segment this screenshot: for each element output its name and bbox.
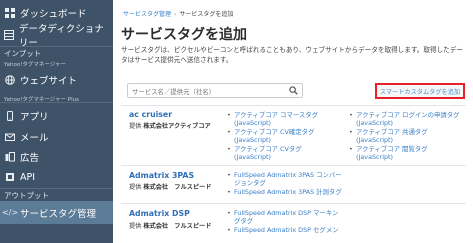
tag-link-label: アクティブコア CVタグ — [234, 145, 302, 153]
tag-link[interactable]: • アクティブコア CVタグ — [227, 145, 302, 153]
sidebar-item-label: API — [20, 171, 36, 183]
sidebar-item-data-dictionary[interactable]: データディクショナリー — [0, 24, 113, 49]
bullet: • — [227, 128, 231, 136]
sidebar-item-mail[interactable]: メール — [0, 126, 113, 148]
tag-link-label: FullSpeed Admatrix 3PAS 計測タグ — [234, 188, 342, 196]
provider-by: 提供 株式会社アクティブコア — [129, 121, 211, 130]
section-output: アウトプット — [4, 191, 49, 200]
sidebar-item-label: サービスタグ管理 — [20, 208, 97, 220]
tag-link-label: アクティブコア ログインの申請タグ — [356, 111, 460, 119]
tag-link-label: FullSpeed Admatrix 3PAS コンバー — [234, 171, 342, 179]
divider — [0, 188, 113, 189]
divider — [0, 46, 113, 47]
sidebar-item-label: 広告 — [20, 153, 40, 164]
tag-link-cont[interactable]: ジョンタグ — [234, 179, 266, 187]
sidebar: ダッシュボード データディクショナリー インプット Yahoo!タグマネージャー… — [0, 0, 113, 243]
tag-link-type[interactable]: (JavaScript) — [356, 153, 393, 161]
provider-company: 株式会社 フルスピード — [143, 223, 212, 230]
sidebar-item-label: メール — [20, 133, 49, 144]
sidebar-item-label: アプリ — [20, 112, 49, 123]
main-content: サービスタグ管理 › サービスタグを追加 サービスタグを追加 サービスタグは、ピクセ… — [113, 0, 473, 243]
divider — [121, 203, 466, 204]
breadcrumb-link[interactable]: サービスタグ管理 — [123, 11, 171, 18]
tag-link-label: アクティブコア コマースタグ — [234, 111, 319, 119]
bullet: • — [349, 145, 353, 153]
ad-icon — [4, 151, 16, 163]
divider — [121, 105, 466, 106]
breadcrumb-current: サービスタグを追加 — [179, 11, 234, 18]
breadcrumb-separator: › — [174, 11, 177, 18]
tag-link[interactable]: • FullSpeed Admatrix DSP セグメン — [227, 226, 339, 234]
page-title: サービスタグを追加 — [121, 27, 247, 43]
bullet: • — [227, 226, 231, 234]
sidebar-item-api[interactable]: API — [0, 166, 113, 188]
divider — [0, 102, 113, 103]
section-input-sub: Yahoo!タグマネージャー — [4, 62, 67, 68]
code-icon: </> — [1, 208, 19, 217]
sidebar-item-website[interactable]: ウェブサイト — [0, 69, 113, 91]
tag-link-label: アクティブコア 共通タグ — [356, 128, 428, 136]
tag-link-cont[interactable]: グタグ — [234, 217, 253, 225]
tag-link-label: アクティブコア CV確定タグ — [234, 128, 315, 136]
search-icon[interactable] — [289, 86, 298, 95]
bullet: • — [349, 128, 353, 136]
tag-link[interactable]: • FullSpeed Admatrix 3PAS 計測タグ — [227, 188, 342, 196]
provider-by-label: 提供 — [129, 223, 142, 230]
tag-link-type[interactable]: (JavaScript) — [356, 119, 393, 127]
add-smart-custom-tag-button[interactable]: スマートカスタムタグを追加 — [375, 83, 465, 99]
section-input: インプット — [4, 49, 42, 58]
table-icon — [4, 29, 15, 41]
sidebar-item-label: ウェブサイト — [20, 76, 78, 87]
tag-link[interactable]: • FullSpeed Admatrix 3PAS コンバー — [227, 171, 342, 179]
tag-link[interactable]: • FullSpeed Admatrix DSP マーキン — [227, 209, 339, 217]
bullet: • — [349, 111, 353, 119]
globe-icon — [4, 74, 16, 86]
sidebar-item-label: データディクショナリー — [18, 24, 104, 49]
tag-link-label: FullSpeed Admatrix DSP マーキン — [234, 209, 339, 217]
tag-link[interactable]: • アクティブコア CV確定タグ — [227, 128, 315, 136]
bullet: • — [227, 188, 231, 196]
provider-by-label: 提供 — [129, 123, 142, 130]
tag-link-label: アクティブコア 閲覧タグ — [356, 145, 428, 153]
provider-company: 株式会社アクティブコア — [143, 123, 211, 130]
provider-by: 提供 株式会社 フルスピード — [129, 182, 211, 191]
provider-name[interactable]: Admatrix DSP — [129, 209, 190, 218]
bullet: • — [227, 171, 231, 179]
tag-link-type[interactable]: (JavaScript) — [234, 119, 271, 127]
tag-link[interactable]: • アクティブコア コマースタグ — [227, 111, 319, 119]
sidebar-item-ads[interactable]: 広告 — [0, 146, 113, 168]
tag-link-type[interactable]: (JavaScript) — [356, 136, 393, 144]
dashboard-icon — [4, 7, 16, 19]
sidebar-item-label: ダッシュボード — [20, 9, 87, 20]
tag-link[interactable]: • アクティブコア ログインの申請タグ — [349, 111, 460, 119]
bullet: • — [227, 145, 231, 153]
api-icon — [4, 171, 16, 183]
provider-company: 株式会社 フルスピード — [143, 184, 212, 191]
sidebar-item-app[interactable]: アプリ — [0, 105, 113, 127]
tag-link[interactable]: • アクティブコア 閲覧タグ — [349, 145, 428, 153]
provider-name[interactable]: Admatrix 3PAS — [129, 171, 194, 180]
sidebar-item-service-tags[interactable]: </> サービスタグ管理 — [0, 201, 113, 224]
mail-icon — [4, 131, 16, 143]
bullet: • — [227, 111, 231, 119]
tag-link[interactable]: • アクティブコア 共通タグ — [349, 128, 428, 136]
divider — [121, 165, 466, 166]
provider-by: 提供 株式会社 フルスピード — [129, 221, 211, 230]
breadcrumb: サービスタグ管理 › サービスタグを追加 — [123, 9, 233, 18]
provider-by-label: 提供 — [129, 184, 142, 191]
tag-link-type[interactable]: (JavaScript) — [234, 153, 271, 161]
provider-name[interactable]: ac cruiser — [129, 110, 172, 119]
page-description: サービスタグは、ピクセルやビーコンと呼ばれることもあり、ウェブサイトからデータを… — [121, 46, 463, 64]
mobile-icon — [4, 110, 16, 122]
tag-link-type[interactable]: (JavaScript) — [234, 136, 271, 144]
tag-link-label: FullSpeed Admatrix DSP セグメン — [234, 226, 339, 234]
bullet: • — [227, 209, 231, 217]
search-input[interactable] — [127, 83, 303, 98]
